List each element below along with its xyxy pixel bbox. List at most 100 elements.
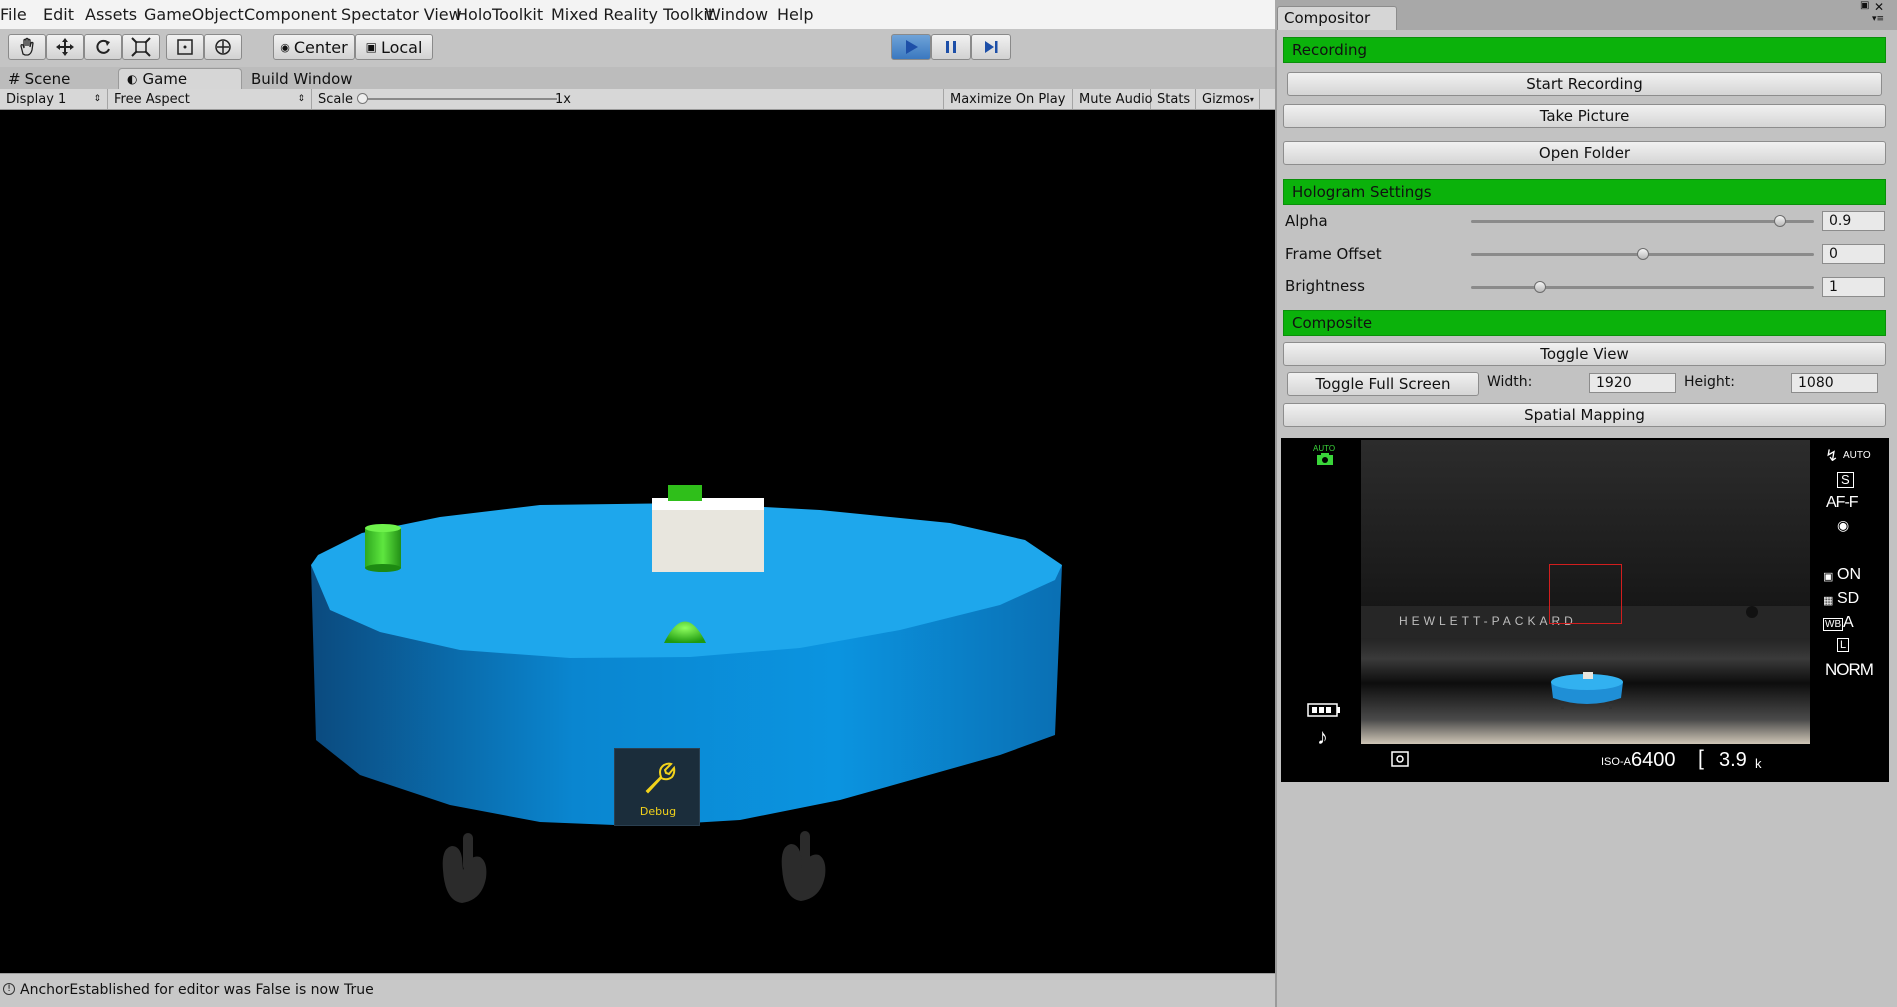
scale-tool-button[interactable] bbox=[122, 34, 160, 60]
camera-live-view: HEWLETT-PACKARD bbox=[1361, 440, 1810, 744]
brightness-slider-track[interactable] bbox=[1471, 286, 1814, 289]
laptop-port bbox=[1746, 606, 1758, 618]
play-icon bbox=[906, 40, 918, 54]
display-label: Display 1 bbox=[6, 91, 67, 107]
green-cylinder bbox=[365, 528, 401, 568]
maximize-on-play-toggle[interactable]: Maximize On Play bbox=[943, 89, 1073, 109]
hologram-preview bbox=[1551, 672, 1623, 709]
take-picture-button[interactable]: Take Picture bbox=[1283, 104, 1886, 128]
scale-value: 1x bbox=[555, 91, 571, 107]
scale-label: Scale bbox=[318, 91, 353, 107]
close-icon[interactable]: ✕ bbox=[1874, 0, 1884, 14]
rotate-tool-button[interactable] bbox=[84, 34, 122, 60]
menu-file[interactable]: File bbox=[0, 5, 27, 24]
frame-offset-label: Frame Offset bbox=[1285, 245, 1382, 263]
panel-menu-icon[interactable]: ▾≡ bbox=[1872, 14, 1884, 24]
right-hand-cursor bbox=[781, 831, 826, 901]
status-message: AnchorEstablished for editor was False i… bbox=[20, 982, 374, 998]
rect-tool-button[interactable] bbox=[166, 34, 204, 60]
iso-value: 6400 bbox=[1631, 749, 1676, 771]
alpha-label: Alpha bbox=[1285, 212, 1328, 230]
gizmos-dropdown[interactable]: Gizmos ▾ bbox=[1196, 89, 1260, 109]
play-button[interactable] bbox=[891, 34, 931, 60]
game-view[interactable]: Debug bbox=[0, 110, 1275, 973]
brightness-slider-thumb[interactable] bbox=[1533, 281, 1546, 293]
toggle-view-button[interactable]: Toggle View bbox=[1283, 342, 1886, 366]
frame-offset-slider-thumb[interactable] bbox=[1636, 248, 1649, 260]
recording-header: Recording bbox=[1283, 37, 1886, 63]
frame-offset-field[interactable]: 0 bbox=[1822, 244, 1885, 264]
open-folder-button[interactable]: Open Folder bbox=[1283, 141, 1886, 165]
menu-spectator-view[interactable]: Spectator View bbox=[341, 5, 462, 24]
height-field[interactable]: 1080 bbox=[1791, 373, 1878, 393]
debug-button[interactable]: Debug bbox=[614, 748, 700, 826]
pause-button[interactable] bbox=[931, 34, 971, 60]
rect-transform-icon bbox=[177, 39, 193, 55]
transform-tool-button[interactable] bbox=[204, 34, 242, 60]
aspect-dropdown[interactable]: Free Aspect ⇕ bbox=[108, 89, 312, 109]
transform-icon bbox=[215, 39, 231, 55]
step-icon bbox=[985, 41, 998, 53]
menu-edit[interactable]: Edit bbox=[43, 5, 74, 24]
tab-scene-label: Scene bbox=[24, 69, 71, 88]
flash-mode-label: AUTO bbox=[1843, 450, 1871, 461]
pivot-center-button[interactable]: ◉ Center bbox=[273, 34, 355, 60]
shots-unit-label: k bbox=[1755, 756, 1762, 771]
debug-label: Debug bbox=[639, 805, 677, 818]
status-bar[interactable]: ! AnchorEstablished for editor was False… bbox=[0, 973, 1275, 1007]
alpha-field[interactable]: 0.9 bbox=[1822, 211, 1885, 231]
flash-icon: ↯ bbox=[1825, 448, 1839, 465]
scale-icon bbox=[131, 37, 151, 57]
display-dropdown[interactable]: Display 1 ⇕ bbox=[0, 89, 108, 109]
spatial-mapping-button[interactable]: Spatial Mapping bbox=[1283, 403, 1886, 427]
cube-icon: ▣ bbox=[365, 40, 377, 54]
menu-window[interactable]: Window bbox=[705, 5, 768, 24]
iso-prefix-label: ISO-A bbox=[1601, 756, 1631, 768]
green-block bbox=[668, 485, 702, 501]
mute-audio-toggle[interactable]: Mute Audio bbox=[1073, 89, 1153, 109]
pivot-local-button[interactable]: ▣ Local bbox=[355, 34, 433, 60]
scale-control: Scale 1x bbox=[312, 89, 782, 109]
dropdown-arrow-icon: ▾ bbox=[1249, 94, 1254, 104]
tab-build-label: Build Window bbox=[251, 69, 353, 88]
hand-tool-button[interactable] bbox=[8, 34, 46, 60]
menu-mixed-reality-toolkit[interactable]: Mixed Reality Toolkit bbox=[551, 5, 714, 24]
menu-gameobject[interactable]: GameObject bbox=[144, 5, 244, 24]
alpha-slider-track[interactable] bbox=[1471, 220, 1814, 223]
tab-compositor[interactable]: Compositor bbox=[1277, 6, 1397, 30]
scale-slider-track[interactable] bbox=[362, 98, 557, 100]
hand-icon bbox=[20, 37, 34, 56]
main-toolbar: ◉ Center ▣ Local bbox=[0, 29, 1275, 67]
scale-slider-thumb[interactable] bbox=[357, 93, 368, 104]
brightness-field[interactable]: 1 bbox=[1822, 277, 1885, 297]
width-field[interactable]: 1920 bbox=[1589, 373, 1676, 393]
tab-game[interactable]: ◐ Game bbox=[118, 68, 242, 89]
menu-holotoolkit[interactable]: HoloToolkit bbox=[456, 5, 543, 24]
game-view-toolbar: Display 1 ⇕ Free Aspect ⇕ Scale 1x Maxim… bbox=[0, 89, 1275, 110]
tab-scene[interactable]: # Scene bbox=[0, 68, 110, 89]
move-tool-button[interactable] bbox=[46, 34, 84, 60]
menu-assets[interactable]: Assets bbox=[85, 5, 137, 24]
maximize-icon[interactable]: ▣ bbox=[1860, 0, 1869, 11]
menu-help[interactable]: Help bbox=[777, 5, 813, 24]
focus-frame bbox=[1549, 564, 1622, 624]
composite-preview[interactable]: HEWLETT-PACKARD AUTO ♪ ↯ AUTO S AF-F ◉ ▣… bbox=[1281, 438, 1889, 782]
view-tab-bar: # Scene ◐ Game Build Window bbox=[0, 67, 1275, 89]
picture-control-icon: ▦ bbox=[1823, 595, 1834, 607]
rotate-icon bbox=[96, 39, 110, 54]
left-hand-cursor bbox=[442, 833, 487, 903]
bracket-icon: [ bbox=[1698, 747, 1704, 770]
start-recording-button[interactable]: Start Recording bbox=[1287, 72, 1882, 96]
composite-header: Composite bbox=[1283, 310, 1886, 336]
pause-icon bbox=[946, 41, 956, 53]
step-button[interactable] bbox=[971, 34, 1011, 60]
wrench-icon bbox=[645, 762, 676, 794]
menu-component[interactable]: Component bbox=[244, 5, 337, 24]
tab-build-window[interactable]: Build Window bbox=[243, 68, 363, 89]
aspect-label: Free Aspect bbox=[114, 91, 190, 107]
alpha-slider-thumb[interactable] bbox=[1773, 215, 1786, 227]
toggle-full-screen-button[interactable]: Toggle Full Screen bbox=[1287, 372, 1479, 396]
camera-mode-icon bbox=[1317, 453, 1333, 465]
move-arrows-icon bbox=[56, 38, 74, 56]
stats-toggle[interactable]: Stats bbox=[1151, 89, 1196, 109]
